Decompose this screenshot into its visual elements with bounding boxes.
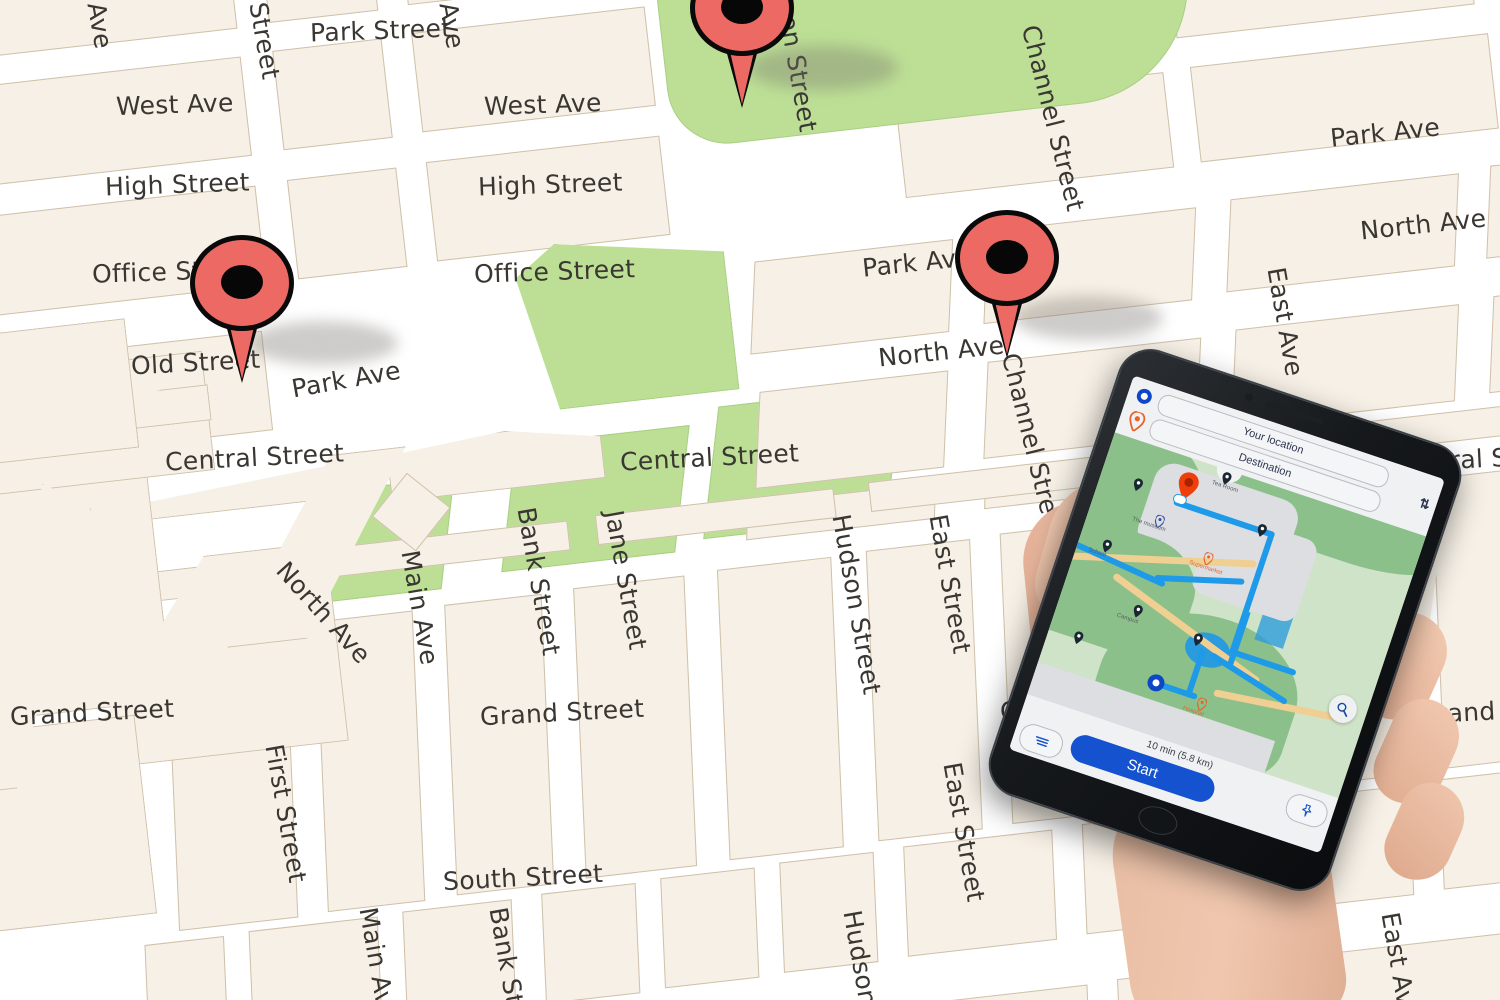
street-label: Office Street (473, 254, 636, 289)
list-menu-icon[interactable] (1015, 720, 1067, 762)
pin-shadow (748, 46, 898, 90)
street-label: West Ave (483, 87, 603, 122)
earpiece-speaker (1265, 400, 1324, 425)
street-label: West Ave (115, 87, 235, 122)
street-label: Park Street (309, 13, 452, 48)
home-button[interactable] (1134, 801, 1182, 840)
current-location-icon (1134, 386, 1154, 406)
pin-shadow (1013, 296, 1163, 340)
street-label: High Street (104, 167, 251, 202)
pin-shadow (248, 321, 398, 365)
map-pin-top[interactable] (690, 0, 898, 108)
pin-center-dot (221, 265, 263, 299)
screenshot-root: Park Street West Ave West Ave High Street Hi… (0, 0, 1500, 1000)
street-label: High Street (477, 167, 624, 202)
destination-pin-icon (1129, 410, 1146, 433)
map-pin-left[interactable] (190, 235, 398, 383)
map-pin-right[interactable] (955, 210, 1163, 358)
swap-arrows-icon[interactable]: ⇅ (1417, 495, 1432, 514)
search-icon[interactable] (1325, 691, 1361, 727)
pin-center-dot (986, 240, 1028, 274)
front-camera-icon (1243, 392, 1255, 403)
